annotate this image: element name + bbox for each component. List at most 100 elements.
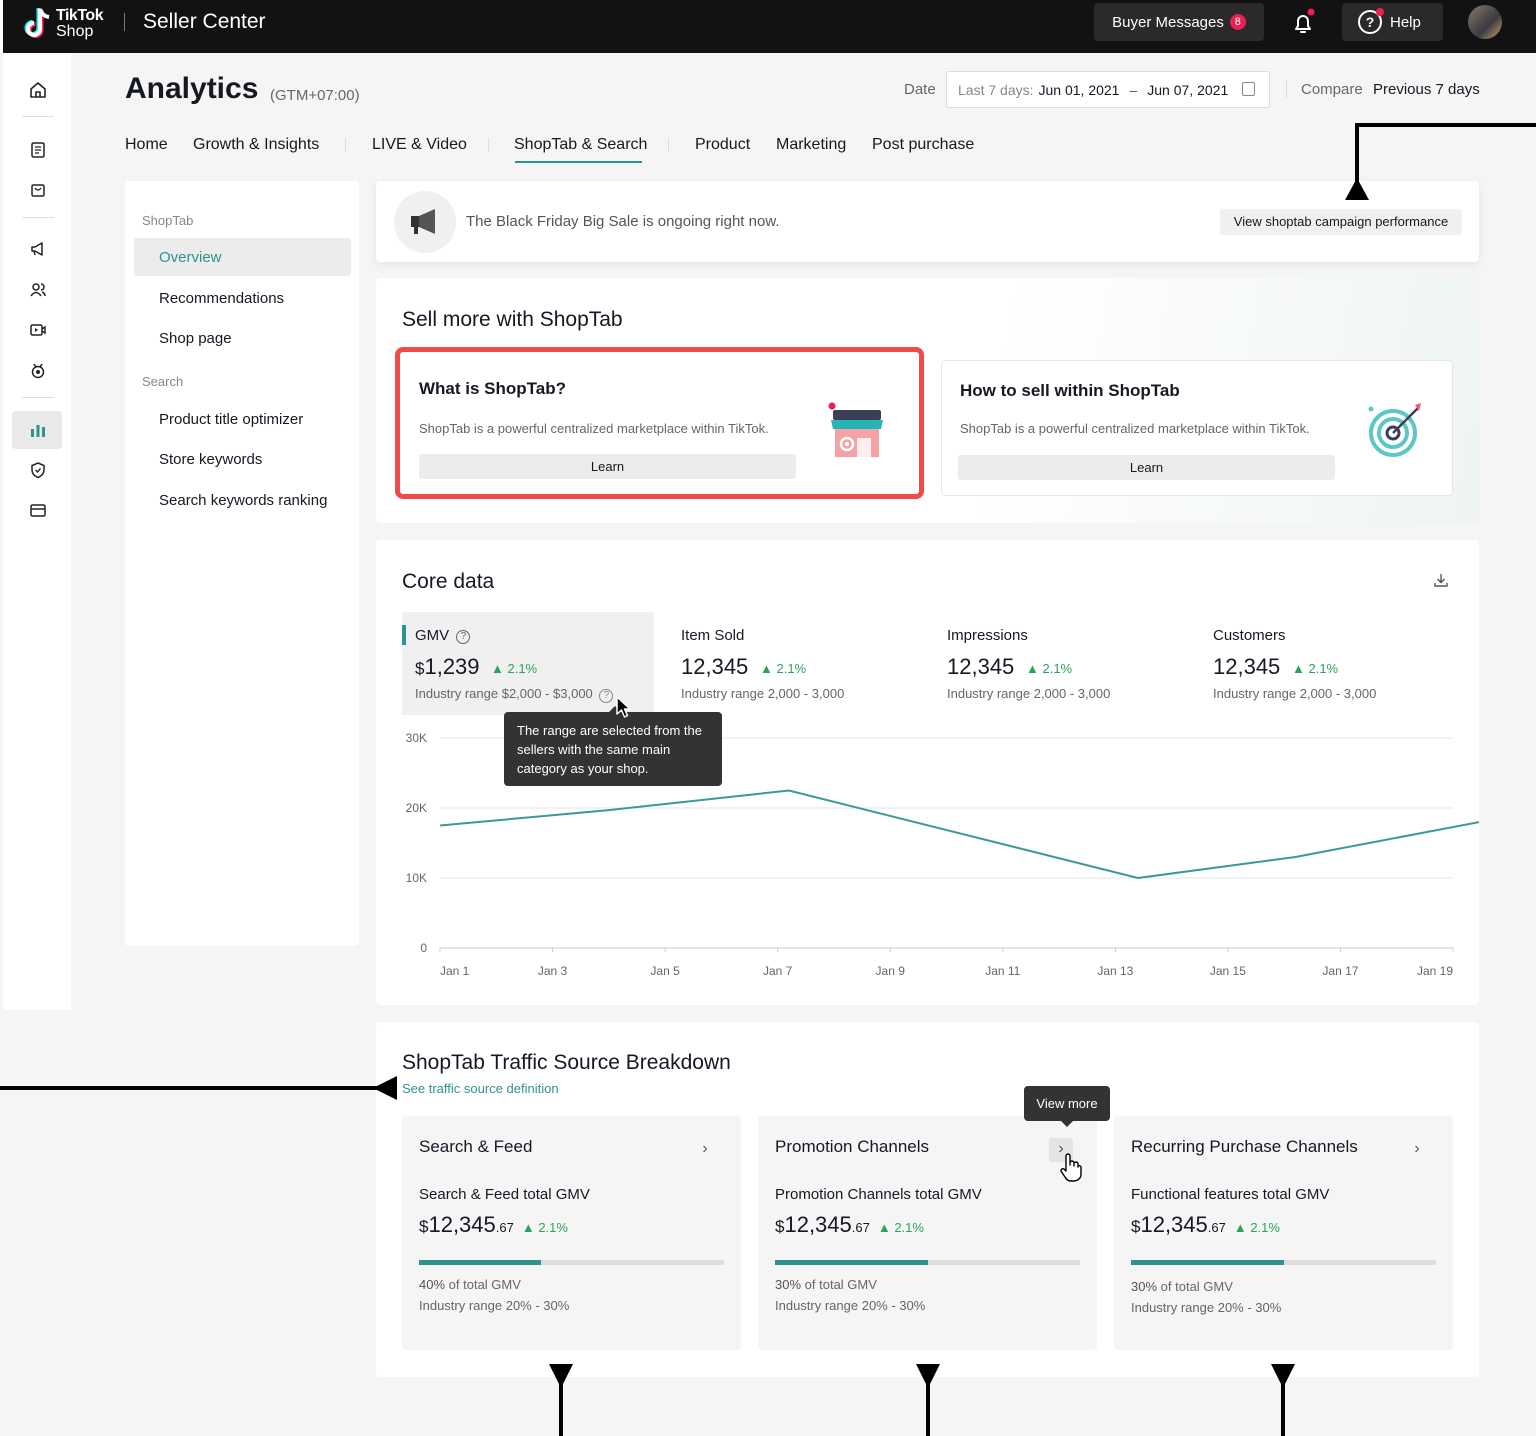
- card-desc: ShopTab is a powerful centralized market…: [419, 421, 769, 436]
- tiktok-logo-icon: [24, 8, 50, 38]
- metric-label: Impressions: [947, 627, 1028, 644]
- metric-customers[interactable]: Customers 12,345 ▲ 2.1% Industry range 2…: [1200, 612, 1452, 715]
- live-video-icon[interactable]: [27, 319, 49, 341]
- gmv-share-progress-bar: [419, 1260, 724, 1265]
- orders-icon[interactable]: [27, 139, 49, 161]
- learn-button[interactable]: Learn: [958, 455, 1335, 480]
- x-tick-label: Jan 1: [440, 964, 470, 978]
- annotation-line: [1281, 1380, 1285, 1436]
- tab-growth-insights[interactable]: Growth & Insights: [193, 136, 319, 154]
- card-value: $12,345.67 ▲ 2.1%: [1131, 1212, 1280, 1237]
- section-title: ShopTab Traffic Source Breakdown: [402, 1051, 731, 1074]
- tiktok-shop-logo[interactable]: TikTok Shop: [23, 6, 123, 44]
- app-title: Seller Center: [143, 10, 266, 33]
- traffic-card-recurring-purchase[interactable]: Recurring Purchase Channels › Functional…: [1114, 1116, 1453, 1350]
- analytics-icon[interactable]: [27, 419, 49, 441]
- tab-marketing[interactable]: Marketing: [776, 136, 846, 154]
- tab-product[interactable]: Product: [695, 136, 750, 154]
- card-value: $12,345.67 ▲ 2.1%: [775, 1212, 924, 1237]
- banner-text: The Black Friday Big Sale is ongoing rig…: [466, 213, 780, 230]
- x-tick-label: Jan 3: [538, 964, 568, 978]
- question-icon[interactable]: ?: [456, 630, 471, 644]
- traffic-definition-link[interactable]: See traffic source definition: [402, 1081, 559, 1096]
- traffic-card-search-feed[interactable]: Search & Feed › Search & Feed total GMV …: [402, 1116, 741, 1350]
- annotation-line: [0, 1086, 380, 1090]
- y-tick-label: 20K: [406, 801, 427, 815]
- rail-divider: [22, 116, 54, 117]
- megaphone-icon: [394, 191, 456, 253]
- annotation-line: [1355, 123, 1536, 127]
- avatar[interactable]: [1468, 5, 1502, 39]
- section-title: Sell more with ShopTab: [402, 308, 623, 331]
- rail-divider: [22, 397, 54, 398]
- traffic-source-section: ShopTab Traffic Source Breakdown See tra…: [376, 1022, 1479, 1377]
- chevron-right-icon[interactable]: ›: [1405, 1138, 1429, 1162]
- card-title: Recurring Purchase Channels: [1131, 1137, 1358, 1156]
- metric-delta: ▲ 2.1%: [760, 661, 807, 676]
- learn-button[interactable]: Learn: [419, 454, 796, 479]
- annotation-line: [1355, 123, 1359, 185]
- divider: [345, 138, 346, 152]
- message-count-badge: 8: [1229, 14, 1246, 30]
- card-title: What is ShopTab?: [419, 379, 567, 398]
- card-subtitle: Functional features total GMV: [1131, 1186, 1330, 1203]
- compare-select[interactable]: Previous 7 days: [1373, 81, 1480, 98]
- buyer-messages-button[interactable]: Buyer Messages 8: [1094, 3, 1264, 41]
- sidebar-item-search-keywords-ranking[interactable]: Search keywords ranking: [159, 492, 327, 509]
- metric-item-sold[interactable]: Item Sold 12,345 ▲ 2.1% Industry range 2…: [668, 612, 920, 715]
- metric-value: 12,345: [1213, 654, 1281, 679]
- target-icon: [1368, 403, 1421, 457]
- card-value: $12,345.67 ▲ 2.1%: [419, 1212, 568, 1237]
- left-nav-rail: [3, 53, 71, 1010]
- progress-fill: [1131, 1260, 1284, 1265]
- sidebar-item-product-title-optimizer[interactable]: Product title optimizer: [159, 411, 303, 428]
- customers-icon[interactable]: [27, 279, 49, 301]
- metric-label: GMV ?: [415, 627, 471, 644]
- x-tick-label: Jan 19: [1417, 964, 1453, 978]
- tab-live-video[interactable]: LIVE & Video: [372, 136, 467, 154]
- campaign-banner: The Black Friday Big Sale is ongoing rig…: [376, 181, 1479, 262]
- progress-fill: [775, 1260, 928, 1265]
- timezone-label: (GTM+07:00): [270, 87, 360, 104]
- date-range-picker[interactable]: Last 7 days: Jun 01, 2021 – Jun 07, 2021: [946, 71, 1270, 108]
- x-tick-label: Jan 15: [1210, 964, 1246, 978]
- help-icon: ?: [1358, 8, 1384, 34]
- card-percent: 30% of total GMV: [775, 1277, 877, 1292]
- marketing-icon[interactable]: [27, 238, 49, 260]
- storefront-icon: [828, 402, 883, 457]
- products-icon[interactable]: [27, 179, 49, 201]
- metric-label: Customers: [1213, 627, 1286, 644]
- sidebar-item-overview[interactable]: Overview: [159, 249, 222, 266]
- download-icon[interactable]: [1433, 572, 1449, 588]
- metric-delta: ▲ 2.1%: [491, 661, 538, 676]
- sidebar: ShopTab Overview Recommendations Shop pa…: [125, 181, 359, 946]
- sell-more-section: Sell more with ShopTab What is ShopTab? …: [376, 278, 1479, 523]
- metric-impressions[interactable]: Impressions 12,345 ▲ 2.1% Industry range…: [934, 612, 1186, 715]
- notifications-bell-icon[interactable]: [1288, 8, 1318, 38]
- tab-shoptab-search[interactable]: ShopTab & Search: [514, 136, 647, 154]
- divider: [488, 138, 489, 152]
- help-button[interactable]: ? Help: [1342, 3, 1443, 41]
- home-icon[interactable]: [27, 79, 49, 101]
- traffic-card-promotion-channels[interactable]: Promotion Channels › Promotion Channels …: [758, 1116, 1097, 1350]
- card-title: Search & Feed: [419, 1137, 533, 1156]
- sidebar-item-recommendations[interactable]: Recommendations: [159, 290, 284, 307]
- badge-icon[interactable]: [27, 360, 49, 382]
- finance-icon[interactable]: [27, 499, 49, 521]
- annotation-line: [926, 1380, 930, 1436]
- metric-range: Industry range $2,000 - $3,000 ?: [415, 686, 614, 703]
- sidebar-item-store-keywords[interactable]: Store keywords: [159, 451, 262, 468]
- view-campaign-performance-button[interactable]: View shoptab campaign performance: [1220, 209, 1462, 235]
- tab-post-purchase[interactable]: Post purchase: [872, 136, 974, 154]
- divider: [668, 138, 669, 152]
- help-label: Help: [1390, 13, 1421, 31]
- gmv-share-progress-bar: [1131, 1260, 1436, 1265]
- x-tick-label: Jan 5: [650, 964, 680, 978]
- tab-home[interactable]: Home: [125, 136, 168, 154]
- divider: [1286, 80, 1287, 98]
- chevron-right-icon[interactable]: ›: [693, 1138, 717, 1162]
- question-icon[interactable]: ?: [599, 689, 614, 703]
- card-subtitle: Search & Feed total GMV: [419, 1186, 590, 1203]
- shield-icon[interactable]: [27, 459, 49, 481]
- sidebar-item-shop-page[interactable]: Shop page: [159, 330, 232, 347]
